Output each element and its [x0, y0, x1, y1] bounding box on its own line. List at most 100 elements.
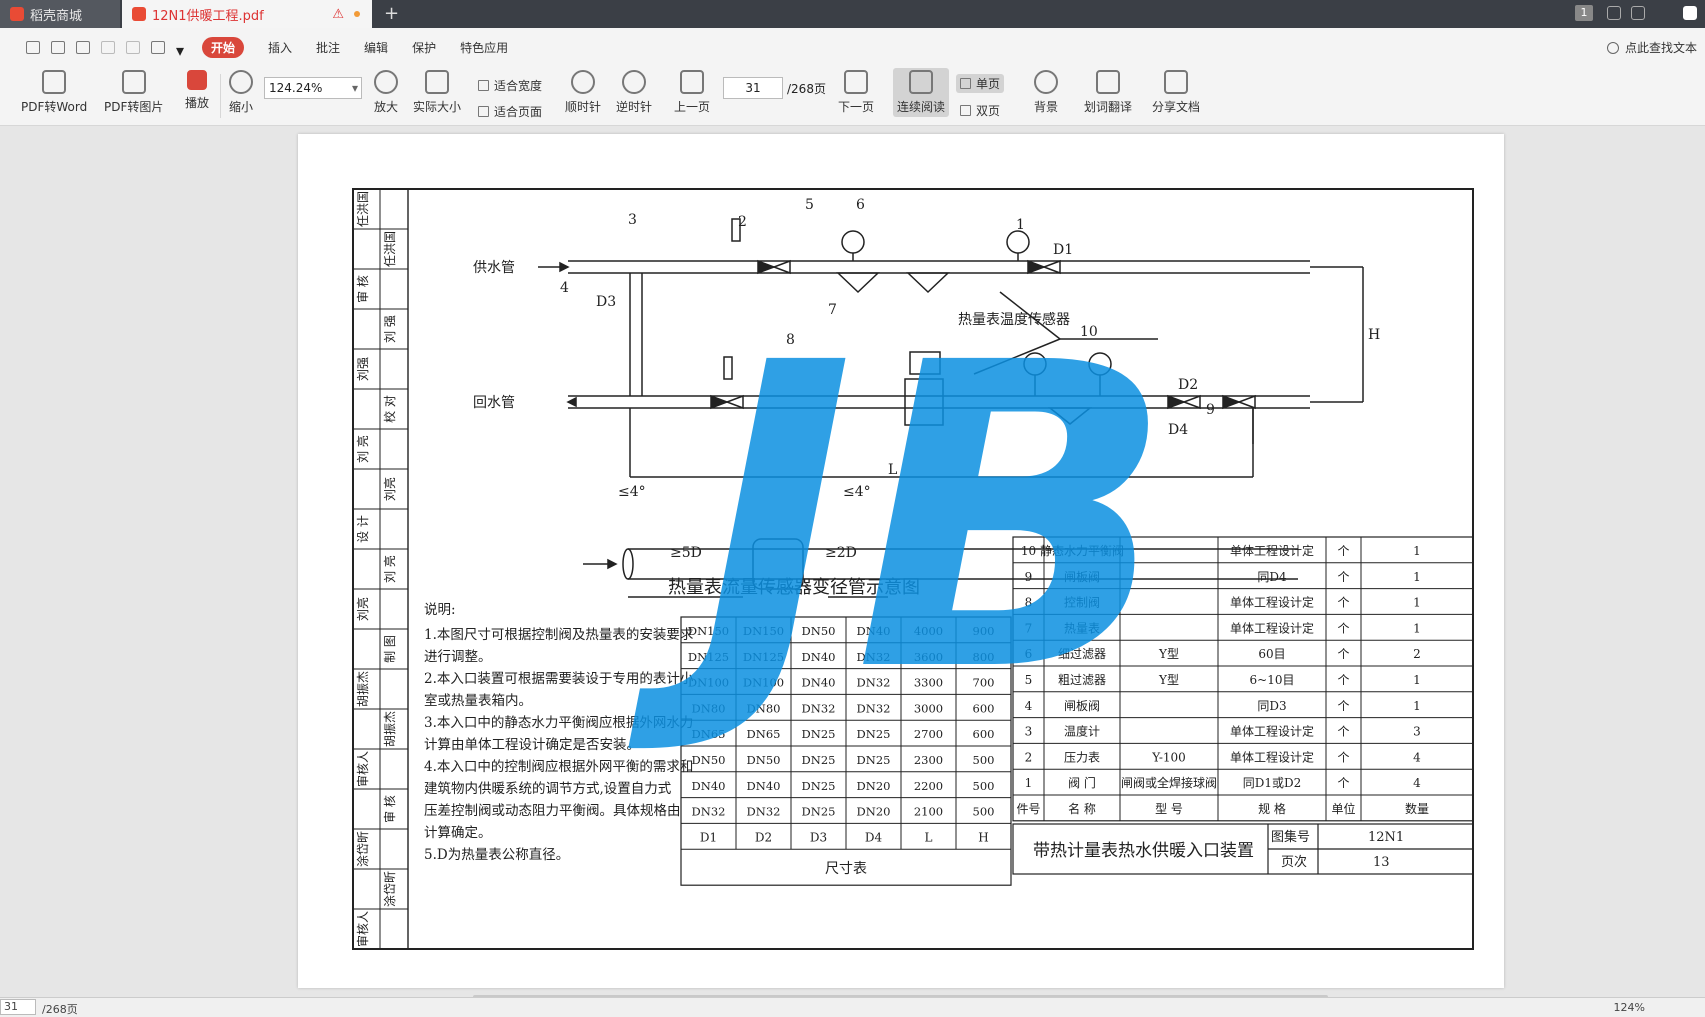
menu-start[interactable]: 开始: [202, 36, 245, 58]
parts-table-cell: 1: [1413, 673, 1421, 687]
translate-icon: [1096, 70, 1120, 94]
status-zoom: 124%: [1613, 1001, 1645, 1014]
export-icon[interactable]: [151, 40, 165, 54]
note-line: 建筑物内供暖系统的调节方式,设置自力式: [424, 781, 672, 797]
zoom-in-label: 放大: [374, 100, 399, 114]
zoom-out-icon: [229, 70, 253, 94]
dim-table-header: D2: [755, 830, 772, 844]
menu-insert[interactable]: 插入: [268, 39, 292, 56]
page-value: 13: [1373, 855, 1390, 870]
sidebar-name: 审 核: [382, 795, 397, 823]
translate-button[interactable]: 划词翻译: [1084, 70, 1132, 115]
play-button[interactable]: 播放: [185, 70, 209, 111]
rotate-counterclockwise-button[interactable]: 逆时针: [616, 70, 652, 115]
pdf-to-word-label: PDF转Word: [21, 100, 88, 114]
redo-icon[interactable]: [126, 40, 140, 54]
parts-table-cell: 个: [1337, 596, 1349, 610]
pdf-to-word-button[interactable]: PDF转Word: [21, 70, 87, 115]
window-count-badge[interactable]: 1: [1575, 5, 1593, 21]
parts-table-cell: 个: [1337, 570, 1349, 584]
menu-annotate[interactable]: 批注: [316, 39, 340, 56]
h-label: H: [1368, 327, 1380, 343]
menu-protect[interactable]: 保护: [412, 39, 436, 56]
actual-size-button[interactable]: 实际大小: [413, 70, 461, 115]
prev-page-button[interactable]: 上一页: [674, 70, 710, 115]
status-page-input[interactable]: 31: [0, 999, 36, 1015]
rotate-ccw-icon: [622, 70, 646, 94]
double-page-label: 双页: [976, 104, 1001, 118]
undo-icon[interactable]: [101, 40, 115, 54]
background-button[interactable]: 背景: [1034, 70, 1058, 115]
divider: [220, 74, 221, 118]
share-button[interactable]: 分享文档: [1152, 70, 1200, 115]
dim-table-cell: 500: [973, 779, 995, 793]
parts-table-header: 件号: [1016, 802, 1040, 816]
parts-table-cell: 闸阀或全焊接球阀: [1121, 775, 1217, 790]
continuous-read-button[interactable]: 连续阅读: [893, 68, 950, 117]
warning-icon: ⚠: [332, 6, 344, 22]
parts-table-cell: 同D4: [1257, 570, 1287, 584]
fit-width-button[interactable]: 适合宽度: [478, 77, 542, 94]
notes-title: 说明:: [424, 602, 456, 618]
parts-table-header: 名 称: [1068, 801, 1096, 816]
save-icon[interactable]: [51, 40, 65, 54]
note-line: 室或热量表箱内。: [424, 692, 532, 709]
fit-page-button[interactable]: 适合页面: [478, 103, 542, 120]
pdf-to-image-button[interactable]: PDF转图片: [104, 70, 163, 115]
parts-table-cell: 1: [1413, 544, 1421, 558]
fit-page-label: 适合页面: [494, 105, 543, 119]
shirt-icon[interactable]: [1631, 6, 1645, 20]
docer-logo-icon: [10, 7, 24, 21]
single-page-button[interactable]: 单页: [956, 74, 1005, 93]
zoom-out-button[interactable]: 缩小: [229, 70, 253, 115]
arrow-right-icon: [844, 70, 868, 94]
play-icon: [187, 70, 207, 90]
double-page-button[interactable]: 双页: [960, 102, 1000, 119]
drawing-title: 带热计量表热水供暖入口装置: [1033, 841, 1254, 861]
parts-table-cell: 1: [1413, 699, 1421, 713]
open-folder-icon[interactable]: [26, 40, 40, 54]
skin-icon[interactable]: [1607, 6, 1621, 20]
find-text-label: 点此查找文本: [1624, 41, 1697, 55]
find-text-box[interactable]: 点此查找文本: [1606, 39, 1697, 56]
actual-size-label: 实际大小: [413, 100, 462, 114]
zoom-level-select[interactable]: 124.24%: [264, 77, 362, 99]
sidebar-name: 涂岱昕: [355, 831, 370, 867]
callout-3: 3: [628, 212, 637, 228]
zoom-in-button[interactable]: 放大: [374, 70, 398, 115]
new-tab-button[interactable]: +: [384, 3, 399, 24]
return-pipe-label: 回水管: [473, 395, 515, 411]
chevron-down-icon[interactable]: ▾: [176, 41, 184, 60]
dim-table-cell: DN32: [747, 805, 781, 819]
rotate-clockwise-button[interactable]: 顺时针: [565, 70, 601, 115]
tab-store[interactable]: 稻壳商城: [0, 0, 120, 28]
dim-table-cell: DN40: [692, 779, 726, 793]
parts-table-cell: 个: [1337, 699, 1349, 713]
rotate-cw-icon: [571, 70, 595, 94]
avatar[interactable]: [1683, 6, 1697, 20]
menu-edit[interactable]: 编辑: [364, 39, 388, 56]
menu-special[interactable]: 特色应用: [460, 39, 508, 56]
parts-table-cell: 个: [1337, 750, 1349, 764]
fit-page-icon: [478, 106, 489, 117]
tab-store-label: 稻壳商城: [30, 8, 83, 24]
arrow-left-icon: [680, 70, 704, 94]
fit-width-icon: [478, 80, 489, 91]
tab-pdf-document[interactable]: 12N1供暖工程.pdf ⚠: [122, 0, 372, 28]
sidebar-name: 刘强: [356, 357, 370, 381]
sidebar-name: 任洪国: [356, 191, 370, 227]
dim-table-header: D4: [865, 830, 883, 844]
document-viewport[interactable]: 任洪国 任洪国审 核刘 强刘强校 对刘 亮刘亮设 计刘 亮刘亮制 图胡振杰 胡振杰审…: [0, 127, 1705, 997]
atlas-label: 图集号: [1271, 829, 1310, 845]
callout-1: 1: [1016, 217, 1025, 233]
parts-table-cell: 单体工程设计定: [1230, 620, 1314, 635]
parts-table-cell: 6~10目: [1250, 673, 1295, 687]
parts-table-cell: 阀 门: [1068, 775, 1096, 790]
background-label: 背景: [1034, 100, 1059, 114]
next-page-button[interactable]: 下一页: [838, 70, 874, 115]
page-number-input[interactable]: 31: [723, 77, 783, 99]
parts-table-cell: 60目: [1258, 647, 1285, 661]
print-icon[interactable]: [76, 40, 90, 54]
share-icon: [1164, 70, 1188, 94]
parts-table-cell: 个: [1337, 647, 1349, 661]
